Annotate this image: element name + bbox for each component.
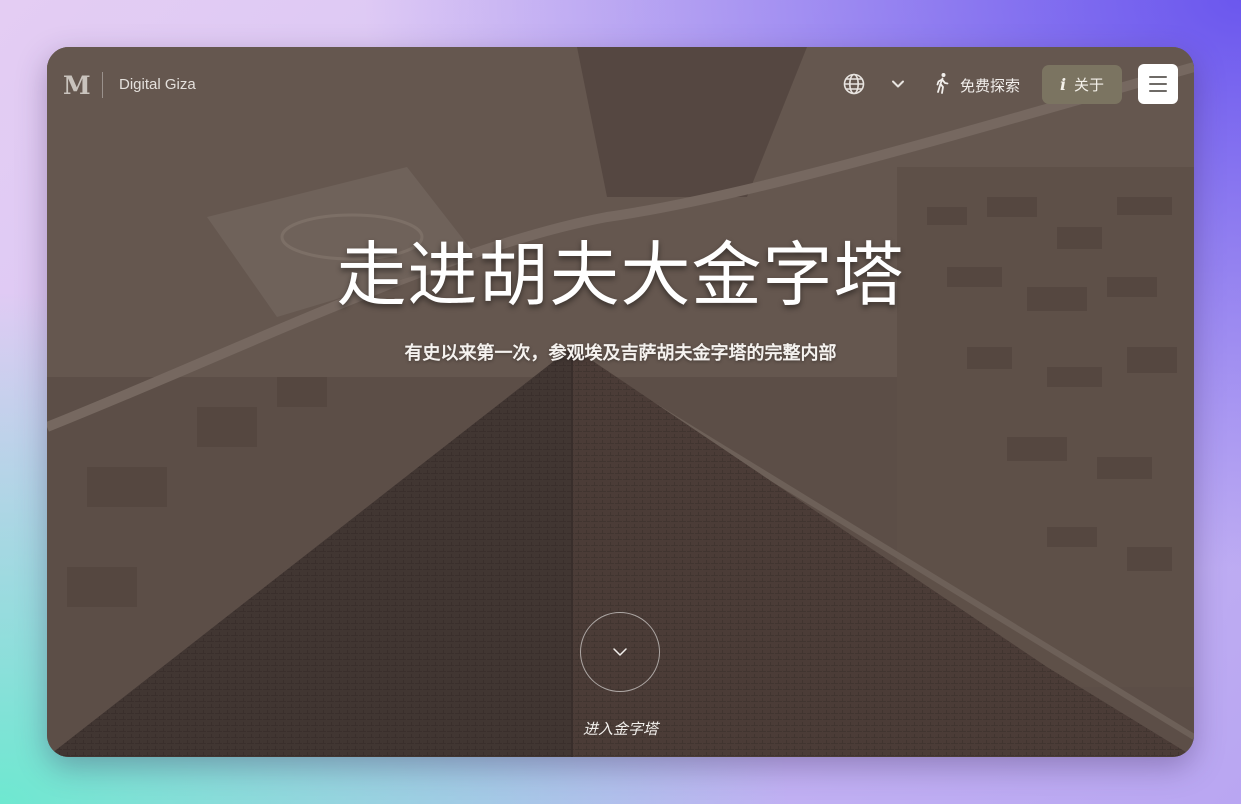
logo-divider xyxy=(102,72,103,98)
hamburger-icon-line xyxy=(1149,83,1167,85)
logo[interactable]: M xyxy=(63,71,91,100)
top-navigation: M Digital Giza 免费探索 i 关于 xyxy=(47,47,1194,123)
free-explore-label: 免费探索 xyxy=(960,76,1021,95)
globe-icon[interactable] xyxy=(842,72,866,96)
hero-subtitle: 有史以来第一次，参观埃及吉萨胡夫金字塔的完整内部 xyxy=(404,343,837,364)
enter-pyramid-label[interactable]: 进入金字塔 xyxy=(47,718,1194,739)
hamburger-icon-line xyxy=(1149,76,1167,78)
enter-pyramid-button[interactable] xyxy=(580,612,660,692)
chevron-down-icon xyxy=(613,648,627,656)
chevron-down-icon[interactable] xyxy=(889,75,907,93)
app-window: M Digital Giza 免费探索 i 关于 走进胡夫大金字塔 有史以来第一… xyxy=(47,47,1194,757)
site-name[interactable]: Digital Giza xyxy=(119,76,196,93)
about-label: 关于 xyxy=(1074,76,1105,94)
about-button[interactable]: i 关于 xyxy=(1042,65,1122,104)
free-explore-button[interactable]: 免费探索 xyxy=(932,70,1020,100)
walking-person-icon xyxy=(932,72,952,98)
hero-title: 走进胡夫大金字塔 xyxy=(336,234,905,316)
hamburger-menu-button[interactable] xyxy=(1138,64,1178,104)
hamburger-icon-line xyxy=(1149,90,1167,92)
info-icon: i xyxy=(1059,75,1067,94)
